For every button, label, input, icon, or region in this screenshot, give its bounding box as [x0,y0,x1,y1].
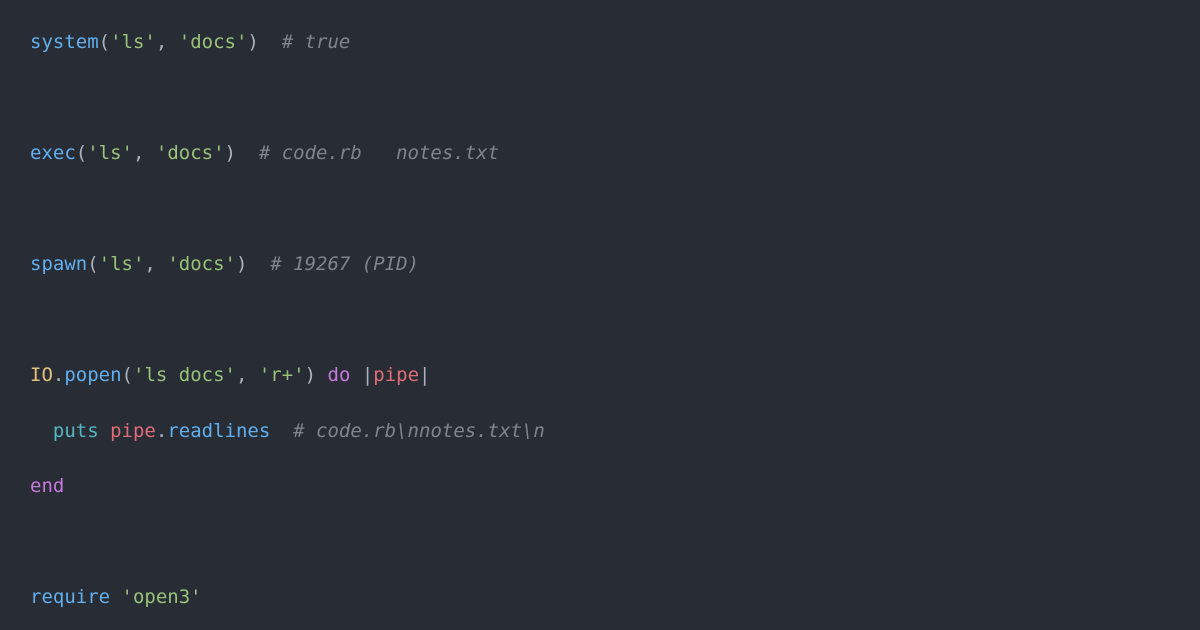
string-literal: 'docs' [179,31,248,53]
code-line-7: require 'open3' [30,583,1170,612]
comment: # true [282,31,351,53]
method-call: readlines [167,420,270,442]
paren-close: ) [247,31,281,53]
code-line-2: exec('ls', 'docs') # code.rb notes.txt [30,139,1170,168]
comma: , [156,31,179,53]
blank-line [30,528,1170,557]
string-literal: 'ls' [87,142,133,164]
constant: IO [30,364,53,386]
pipe-bar: | [350,364,373,386]
comment: # code.rb notes.txt [259,142,499,164]
space [99,420,110,442]
comment: # code.rb\nnotes.txt\n [293,420,545,442]
paren-close: ) [225,142,259,164]
method-call: popen [64,364,121,386]
function-call: exec [30,142,76,164]
function-call: system [30,31,99,53]
paren-close: ) [305,364,328,386]
puts-call: puts [53,420,99,442]
space [270,420,293,442]
paren-open: ( [122,364,133,386]
paren-close: ) [236,253,270,275]
code-line-6: end [30,472,1170,501]
identifier: pipe [110,420,156,442]
code-line-3: spawn('ls', 'docs') # 19267 (PID) [30,250,1170,279]
comma: , [236,364,259,386]
code-line-4: IO.popen('ls docs', 'r+') do |pipe| [30,361,1170,390]
string-literal: 'ls' [99,253,145,275]
string-literal: 'docs' [156,142,225,164]
keyword-end: end [30,475,64,497]
string-literal: 'r+' [259,364,305,386]
string-literal: 'docs' [167,253,236,275]
paren-open: ( [87,253,98,275]
comma: , [144,253,167,275]
string-literal: 'ls docs' [133,364,236,386]
comma: , [133,142,156,164]
code-line-5: puts pipe.readlines # code.rb\nnotes.txt… [30,417,1170,446]
space [110,586,121,608]
string-literal: 'open3' [122,586,202,608]
comment: # 19267 (PID) [270,253,419,275]
dot: . [156,420,167,442]
blank-line [30,306,1170,335]
keyword-do: do [328,364,351,386]
blank-line [30,195,1170,224]
paren-open: ( [76,142,87,164]
require-call: require [30,586,110,608]
pipe-bar: | [419,364,430,386]
function-call: spawn [30,253,87,275]
paren-open: ( [99,31,110,53]
code-line-1: system('ls', 'docs') # true [30,28,1170,57]
blank-line [30,84,1170,113]
dot: . [53,364,64,386]
indent [30,420,53,442]
block-param: pipe [373,364,419,386]
string-literal: 'ls' [110,31,156,53]
code-block: system('ls', 'docs') # true exec('ls', '… [30,28,1170,612]
